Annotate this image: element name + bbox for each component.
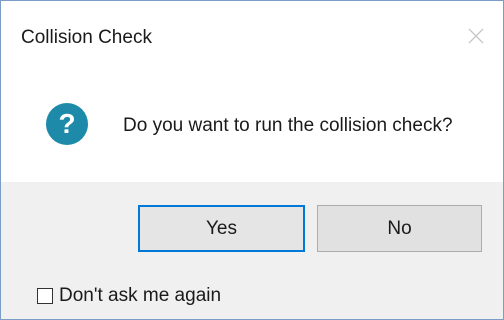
question-icon: ? [45, 102, 89, 146]
yes-button[interactable]: Yes [138, 205, 305, 252]
collision-check-dialog: Collision Check ? Do you want to run the… [0, 0, 504, 320]
dont-ask-again-option[interactable]: Don't ask me again [37, 285, 221, 307]
dont-ask-again-checkbox[interactable] [37, 288, 53, 304]
dialog-message: Do you want to run the collision check? [123, 115, 453, 136]
button-area: Yes No Don't ask me again [1, 182, 503, 319]
no-button[interactable]: No [317, 205, 482, 252]
dialog-title: Collision Check [21, 27, 152, 48]
title-bar: Collision Check [1, 1, 503, 65]
close-icon[interactable] [463, 23, 489, 49]
question-glyph: ? [58, 108, 75, 139]
message-area: ? Do you want to run the collision check… [1, 65, 503, 182]
dont-ask-again-label: Don't ask me again [59, 285, 222, 306]
